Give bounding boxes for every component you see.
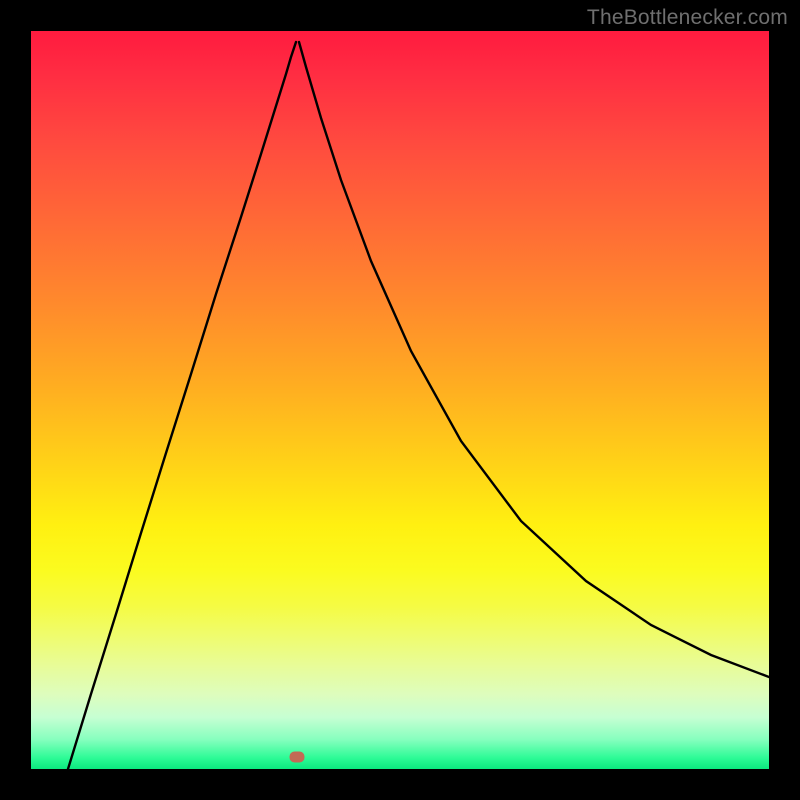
curve-left-branch bbox=[68, 42, 296, 769]
minimum-marker bbox=[290, 752, 305, 763]
plot-area bbox=[31, 31, 769, 769]
chart-frame: TheBottlenecker.com bbox=[0, 0, 800, 800]
watermark-text: TheBottlenecker.com bbox=[587, 6, 788, 30]
curve-svg bbox=[31, 31, 769, 769]
curve-right-branch bbox=[299, 42, 769, 677]
